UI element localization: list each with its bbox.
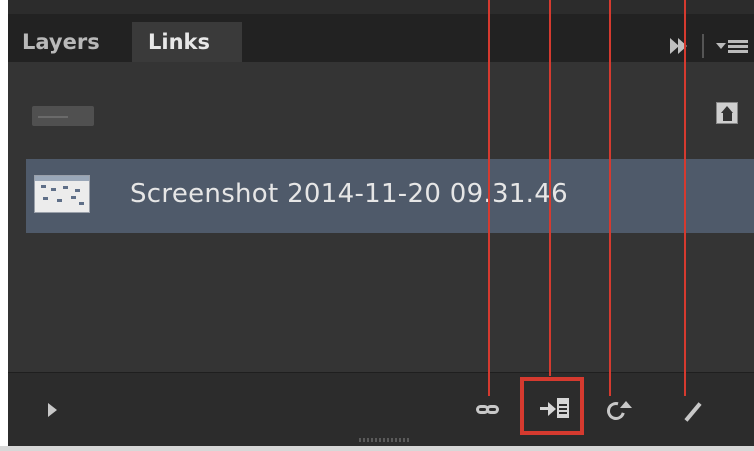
callout-line-edit-original xyxy=(684,0,686,396)
callout-line-update-link xyxy=(609,0,611,396)
tab-links-label: Links xyxy=(148,30,210,54)
link-thumbnail-placeholder[interactable] xyxy=(32,106,94,126)
tab-bar: Layers Links xyxy=(8,14,754,62)
embedded-link-icon xyxy=(716,102,738,124)
link-file-name: Screenshot 2014-11-20 09.31.46 xyxy=(130,179,568,209)
link-thumbnail xyxy=(34,175,90,213)
tab-divider xyxy=(702,34,704,58)
link-row-selected[interactable]: Screenshot 2014-11-20 09.31.46 xyxy=(26,159,754,233)
go-to-link-icon[interactable] xyxy=(540,397,569,423)
collapse-panel-icon[interactable] xyxy=(670,38,692,54)
panel-resize-handle[interactable] xyxy=(359,438,411,442)
tab-layers[interactable]: Layers xyxy=(22,22,132,62)
callout-line-go-to-link xyxy=(549,0,551,376)
links-list: Screenshot 2014-11-20 09.31.46 xyxy=(8,62,754,372)
update-link-icon[interactable] xyxy=(603,398,632,425)
tab-links[interactable]: Links xyxy=(132,22,242,62)
show-link-info-toggle-icon[interactable] xyxy=(48,403,57,417)
panel-menu-icon[interactable] xyxy=(714,38,748,54)
bottom-edge xyxy=(0,446,754,451)
tab-layers-label: Layers xyxy=(22,30,100,54)
tabbar-controls xyxy=(670,34,748,58)
relink-icon[interactable] xyxy=(476,399,504,425)
callout-line-relink xyxy=(488,0,490,396)
links-toolbar xyxy=(8,372,754,439)
edit-original-icon[interactable] xyxy=(678,399,706,425)
